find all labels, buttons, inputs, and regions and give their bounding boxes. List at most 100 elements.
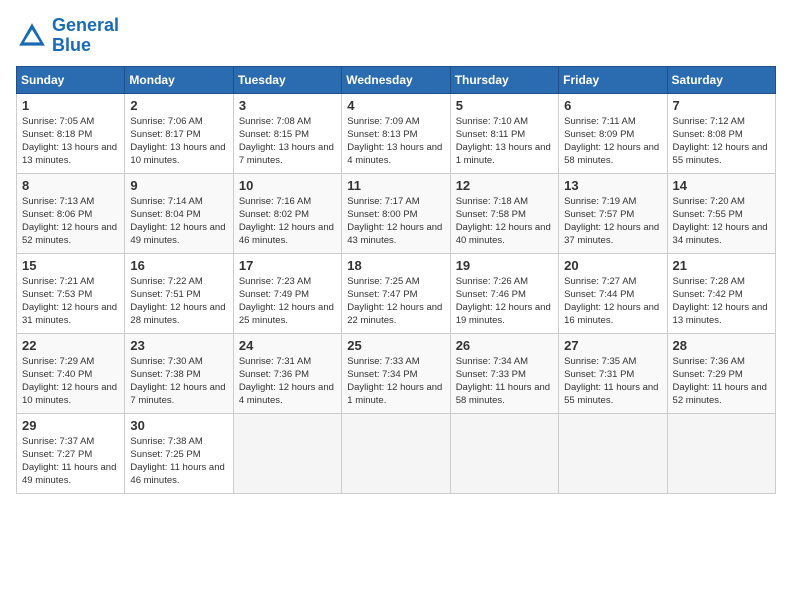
sunset-text: Sunset: 8:15 PM <box>239 129 309 140</box>
sunset-text: Sunset: 7:51 PM <box>130 289 200 300</box>
calendar-cell: 26Sunrise: 7:34 AMSunset: 7:33 PMDayligh… <box>450 333 558 413</box>
calendar-table: SundayMondayTuesdayWednesdayThursdayFrid… <box>16 66 776 494</box>
calendar-cell: 5Sunrise: 7:10 AMSunset: 8:11 PMDaylight… <box>450 93 558 173</box>
day-number: 13 <box>564 178 661 193</box>
cell-details: Sunrise: 7:25 AM Sunset: 7:47 PM Daylight:… <box>347 275 444 328</box>
cell-details: Sunrise: 7:29 AMSunset: 7:40 PMDaylight:… <box>22 355 119 408</box>
sunrise-text: Sunrise: 7:10 AM <box>456 116 528 127</box>
sunset-text: Sunset: 7:58 PM <box>456 209 526 220</box>
sunrise-text: Sunrise: 7:05 AM <box>22 116 94 127</box>
daylight-text: Daylight: 12 hours and 46 minutes. <box>239 222 334 246</box>
week-row-1: 1 Sunrise: 7:05 AMSunset: 8:18 PMDaylight… <box>17 93 776 173</box>
day-number: 1 <box>22 98 119 113</box>
day-number: 19 <box>456 258 553 273</box>
sunrise-text: Sunrise: 7:36 AM <box>673 356 745 367</box>
day-number: 11 <box>347 178 444 193</box>
calendar-cell <box>233 413 341 493</box>
week-row-5: 29Sunrise: 7:37 AMSunset: 7:27 PMDayligh… <box>17 413 776 493</box>
daylight-text: Daylight: 12 hours and 16 minutes. <box>564 302 659 326</box>
cell-details: Sunrise: 7:31 AMSunset: 7:36 PMDaylight:… <box>239 355 336 408</box>
calendar-cell: 10Sunrise: 7:16 AMSunset: 8:02 PMDayligh… <box>233 173 341 253</box>
calendar-cell <box>342 413 450 493</box>
daylight-text: Daylight: 12 hours and 22 minutes. <box>347 302 442 326</box>
cell-details: Sunrise: 7:26 AMSunset: 7:46 PMDaylight:… <box>456 275 553 328</box>
cell-details: Sunrise: 7:19 AMSunset: 7:57 PMDaylight:… <box>564 195 661 248</box>
calendar-cell <box>667 413 775 493</box>
day-number: 21 <box>673 258 770 273</box>
week-row-2: 8Sunrise: 7:13 AMSunset: 8:06 PMDaylight… <box>17 173 776 253</box>
day-number: 26 <box>456 338 553 353</box>
day-number: 30 <box>130 418 227 433</box>
daylight-text: Daylight: 12 hours and 55 minutes. <box>673 142 768 166</box>
day-header-tuesday: Tuesday <box>233 66 341 93</box>
calendar-cell: 29Sunrise: 7:37 AMSunset: 7:27 PMDayligh… <box>17 413 125 493</box>
daylight-text: Daylight: 12 hours and 40 minutes. <box>456 222 551 246</box>
day-number: 28 <box>673 338 770 353</box>
sunrise-text: Sunrise: 7:30 AM <box>130 356 202 367</box>
sunset-text: Sunset: 7:55 PM <box>673 209 743 220</box>
cell-details: Sunrise: 7:21 AMSunset: 7:53 PMDaylight:… <box>22 275 119 328</box>
day-number: 20 <box>564 258 661 273</box>
sunset-text: Sunset: 7:40 PM <box>22 369 92 380</box>
cell-details: Sunrise: 7:33 AMSunset: 7:34 PMDaylight:… <box>347 355 444 408</box>
cell-details: Sunrise: 7:06 AMSunset: 8:17 PMDaylight:… <box>130 115 227 168</box>
calendar-cell: 18Sunrise: 7:25 AMSunset: 7:47 PMDayligh… <box>342 253 450 333</box>
calendar-cell: 8Sunrise: 7:13 AMSunset: 8:06 PMDaylight… <box>17 173 125 253</box>
day-header-monday: Monday <box>125 66 233 93</box>
calendar-cell: 24Sunrise: 7:31 AMSunset: 7:36 PMDayligh… <box>233 333 341 413</box>
sunset-text: Sunset: 7:57 PM <box>564 209 634 220</box>
calendar-cell: 28Sunrise: 7:36 AMSunset: 7:29 PMDayligh… <box>667 333 775 413</box>
day-number: 15 <box>22 258 119 273</box>
daylight-text: Daylight: 12 hours and 43 minutes. <box>347 222 442 246</box>
daylight-text: Daylight: 12 hours and 34 minutes. <box>673 222 768 246</box>
sunset-text: Sunset: 8:02 PM <box>239 209 309 220</box>
sunrise-text: Sunrise: 7:16 AM <box>239 196 311 207</box>
sunrise-text: Sunrise: 7:38 AM <box>130 436 202 447</box>
logo-icon <box>16 20 48 52</box>
day-header-thursday: Thursday <box>450 66 558 93</box>
calendar-cell: 12Sunrise: 7:18 AMSunset: 7:58 PMDayligh… <box>450 173 558 253</box>
sunrise-text: Sunrise: 7:27 AM <box>564 276 636 287</box>
cell-details: Sunrise: 7:17 AM Sunset: 8:00 PM Daylight:… <box>347 195 444 248</box>
daylight-text: Daylight: 13 hours and 13 minutes. <box>22 142 117 166</box>
sunrise-text: Sunrise: 7:17 AM <box>347 196 419 207</box>
sunset-text: Sunset: 7:44 PM <box>564 289 634 300</box>
calendar-cell: 27Sunrise: 7:35 AMSunset: 7:31 PMDayligh… <box>559 333 667 413</box>
calendar-cell: 4Sunrise: 7:09 AMSunset: 8:13 PMDaylight… <box>342 93 450 173</box>
calendar-cell: 1 Sunrise: 7:05 AMSunset: 8:18 PMDaylight… <box>17 93 125 173</box>
day-number: 14 <box>673 178 770 193</box>
daylight-text: Daylight: 12 hours and 49 minutes. <box>130 222 225 246</box>
daylight-text: Daylight: 13 hours and 7 minutes. <box>239 142 334 166</box>
day-number: 3 <box>239 98 336 113</box>
daylight-text: Daylight: 12 hours and 19 minutes. <box>456 302 551 326</box>
cell-details: Sunrise: 7:12 AMSunset: 8:08 PMDaylight:… <box>673 115 770 168</box>
sunset-text: Sunset: 7:38 PM <box>130 369 200 380</box>
day-header-wednesday: Wednesday <box>342 66 450 93</box>
sunrise-text: Sunrise: 7:22 AM <box>130 276 202 287</box>
day-number: 6 <box>564 98 661 113</box>
sunset-text: Sunset: 7:47 PM <box>347 289 417 300</box>
calendar-cell: 23Sunrise: 7:30 AMSunset: 7:38 PMDayligh… <box>125 333 233 413</box>
daylight-text: Daylight: 12 hours and 1 minute. <box>347 382 442 406</box>
daylight-text: Daylight: 11 hours and 46 minutes. <box>130 462 224 486</box>
sunset-text: Sunset: 8:17 PM <box>130 129 200 140</box>
sunset-text: Sunset: 8:11 PM <box>456 129 526 140</box>
sunrise-text: Sunrise: 7:11 AM <box>564 116 636 127</box>
day-number: 12 <box>456 178 553 193</box>
sunset-text: Sunset: 7:49 PM <box>239 289 309 300</box>
day-number: 25 <box>347 338 444 353</box>
sunset-text: Sunset: 7:53 PM <box>22 289 92 300</box>
calendar-cell: 11 Sunrise: 7:17 AM Sunset: 8:00 PM Dayligh… <box>342 173 450 253</box>
logo-text: General Blue <box>52 16 119 56</box>
cell-details: Sunrise: 7:37 AMSunset: 7:27 PMDaylight:… <box>22 435 119 488</box>
sunrise-text: Sunrise: 7:25 AM <box>347 276 419 287</box>
day-number: 7 <box>673 98 770 113</box>
sunset-text: Sunset: 8:00 PM <box>347 209 417 220</box>
cell-details: Sunrise: 7:05 AMSunset: 8:18 PMDaylight:… <box>22 115 119 168</box>
daylight-text: Daylight: 12 hours and 28 minutes. <box>130 302 225 326</box>
sunset-text: Sunset: 8:09 PM <box>564 129 634 140</box>
sunrise-text: Sunrise: 7:06 AM <box>130 116 202 127</box>
cell-details: Sunrise: 7:16 AM Sunset: 8:02 PM Daylight:… <box>239 195 336 248</box>
sunrise-text: Sunrise: 7:19 AM <box>564 196 636 207</box>
sunrise-text: Sunrise: 7:20 AM <box>673 196 745 207</box>
